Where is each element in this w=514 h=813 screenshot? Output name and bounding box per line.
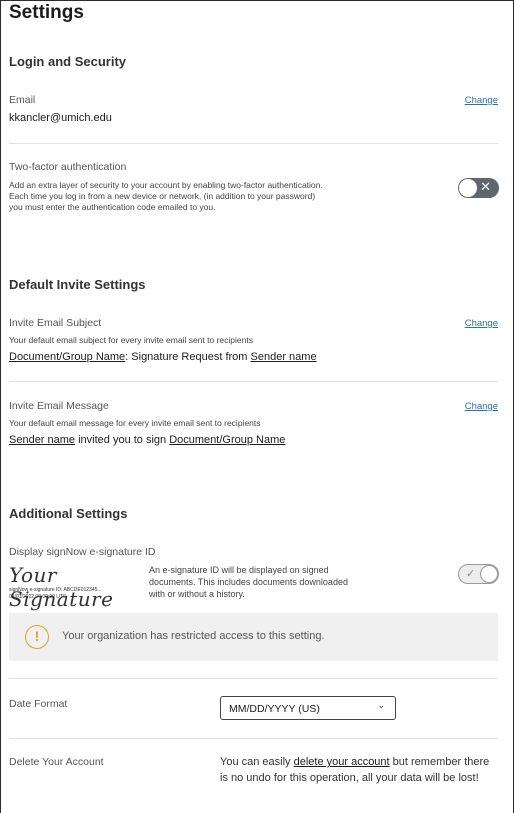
esignature-description-line-1: An e-signature ID will be displayed on s… <box>149 565 329 575</box>
two-factor-label: Two-factor authentication <box>9 161 127 173</box>
date-format-selected-value: MM/DD/YYYY (US) <box>229 703 320 715</box>
invite-subject-label: Invite Email Subject <box>9 317 102 329</box>
change-email-link[interactable]: Change <box>465 95 498 106</box>
two-factor-toggle[interactable]: ✕ <box>458 178 499 198</box>
email-label: Email <box>9 94 36 106</box>
signature-preview: Your Signature signNow e-signature ID: A… <box>9 563 143 611</box>
signature-date-text: 01/01/2022 00:00:00 UTC <box>9 594 67 600</box>
two-factor-description-line-3: you must enter the authentication code e… <box>9 202 216 212</box>
delete-account-label: Delete Your Account <box>9 756 104 768</box>
date-format-label: Date Format <box>9 698 68 710</box>
chevron-down-icon: ⌄ <box>377 701 385 711</box>
date-format-select[interactable]: MM/DD/YYYY (US) ⌄ <box>220 696 396 720</box>
esignature-description-line-2: documents. This includes documents downl… <box>149 577 348 587</box>
close-icon: ✕ <box>480 180 491 195</box>
restricted-notice: ! Your organization has restricted acces… <box>9 613 498 661</box>
divider <box>9 678 498 679</box>
divider <box>9 381 498 382</box>
invite-message-description: Your default email message for every inv… <box>9 418 261 428</box>
two-factor-description-line-2: Each time you log in from a new device o… <box>9 191 316 201</box>
sender-name-placeholder: Sender name <box>250 351 317 363</box>
section-title-login-security: Login and Security <box>9 54 127 69</box>
change-invite-message-link[interactable]: Change <box>465 401 498 412</box>
restricted-notice-text: Your organization has restricted access … <box>62 630 325 642</box>
change-invite-subject-link[interactable]: Change <box>465 318 498 329</box>
divider <box>9 143 498 144</box>
page-title: Settings <box>9 2 84 23</box>
check-icon: ✓ <box>466 567 476 580</box>
toggle-knob <box>480 565 498 583</box>
subject-static-text: : Signature Request from <box>125 351 251 363</box>
two-factor-description-line-1: Add an extra layer of security to your a… <box>9 180 323 190</box>
esignature-id-toggle[interactable]: ✓ <box>458 564 499 584</box>
invite-subject-description: Your default email subject for every inv… <box>9 335 253 345</box>
delete-account-link[interactable]: delete your account <box>294 756 390 768</box>
invite-message-value: Sender name invited you to sign Document… <box>9 434 285 446</box>
document-group-name-placeholder: Document/Group Name <box>9 351 126 363</box>
esignature-id-label: Display signNow e-signature ID <box>9 546 156 558</box>
warning-icon: ! <box>25 625 49 649</box>
delete-account-description: You can easily delete your account but r… <box>220 754 490 786</box>
esignature-description-line-3: with or without a history. <box>149 589 245 599</box>
message-static-text: invited you to sign <box>75 434 170 446</box>
invite-subject-value: Document/Group Name: Signature Request f… <box>9 351 317 363</box>
signature-id-text: signNow e-signature ID: ABCDE012345... <box>9 587 102 593</box>
email-value: kkancler@umich.edu <box>9 112 112 124</box>
section-title-invite-settings: Default Invite Settings <box>9 277 146 292</box>
invite-message-label: Invite Email Message <box>9 400 109 412</box>
document-group-name-placeholder: Document/Group Name <box>169 434 286 446</box>
delete-text-start: You can easily <box>220 756 294 768</box>
toggle-knob <box>459 179 477 197</box>
sender-name-placeholder: Sender name <box>9 434 76 446</box>
section-title-additional-settings: Additional Settings <box>9 506 128 521</box>
divider <box>9 738 498 739</box>
